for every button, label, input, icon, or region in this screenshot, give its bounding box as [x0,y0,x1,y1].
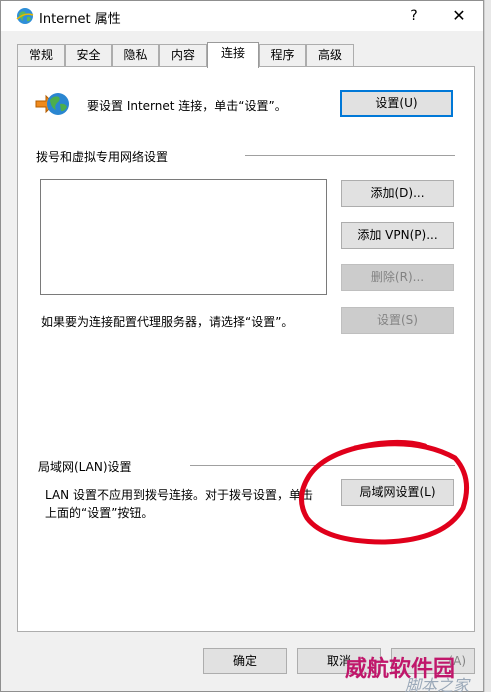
dialup-group-divider [245,155,455,156]
add-vpn-button[interactable]: 添加 VPN(P)... [341,222,454,249]
proxy-instruction-text: 如果要为连接配置代理服务器，请选择“设置”。 [41,315,294,329]
dialup-settings-button: 设置(S) [341,307,454,334]
add-connection-button[interactable]: 添加(D)... [341,180,454,207]
title-bar: Internet 属性 ? ✕ [1,1,483,31]
connection-wizard-icon [35,93,69,115]
tab-connections[interactable]: 连接 [207,42,259,68]
lan-settings-button[interactable]: 局域网设置(L) [341,479,454,506]
tab-content[interactable]: 内容 [159,44,207,66]
tab-advanced[interactable]: 高级 [306,44,354,66]
tab-security[interactable]: 安全 [65,44,112,66]
tab-programs[interactable]: 程序 [259,44,306,66]
window-title: Internet 属性 [39,12,121,27]
close-button[interactable]: ✕ [448,5,470,27]
background-window-edge [484,0,491,692]
tab-general[interactable]: 常规 [17,44,65,66]
remove-connection-button: 删除(R)... [341,264,454,291]
lan-info-line1: LAN 设置不应用到拨号连接。对于拨号设置，单击 [45,488,313,502]
tab-privacy[interactable]: 隐私 [112,44,159,66]
internet-properties-window: Internet 属性 ? ✕ 常规 安全 隐私 内容 连接 程序 高级 要设置… [0,0,484,692]
setup-button[interactable]: 设置(U) [340,90,453,117]
help-button[interactable]: ? [403,5,425,27]
watermark-text-secondary: 脚本之家 [405,676,470,692]
dialup-group-label: 拨号和虚拟专用网络设置 [36,150,169,164]
connections-panel: 要设置 Internet 连接，单击“设置”。 设置(U) 拨号和虚拟专用网络设… [17,66,475,632]
ok-button[interactable]: 确定 [203,648,287,674]
lan-group-divider [190,465,455,466]
internet-globe-icon [16,8,34,24]
connection-list[interactable] [40,179,327,295]
lan-group-label: 局域网(LAN)设置 [38,460,132,474]
lan-info-line2: 上面的“设置”按钮。 [45,506,154,520]
setup-instruction-text: 要设置 Internet 连接，单击“设置”。 [87,99,287,113]
